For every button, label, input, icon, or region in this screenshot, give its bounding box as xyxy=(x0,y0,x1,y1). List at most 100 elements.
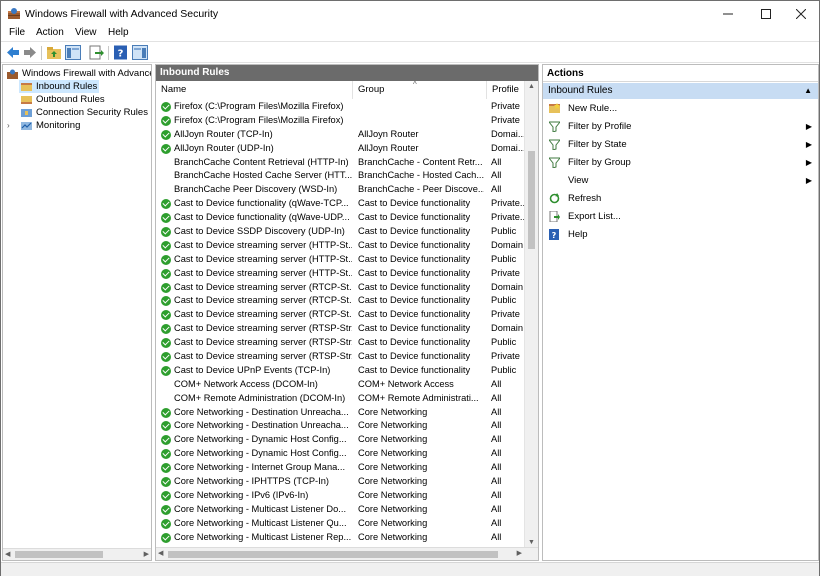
export-list-icon[interactable] xyxy=(88,45,104,60)
table-row[interactable]: COM+ Remote Administration (DCOM-In) COM+… xyxy=(156,392,526,406)
rules-scroll-thumb[interactable] xyxy=(528,151,535,249)
actions-section-label: Inbound Rules xyxy=(548,85,613,96)
column-header-name[interactable]: Name xyxy=(156,81,353,99)
rule-profile: All xyxy=(491,531,502,542)
rule-group: Core Networking xyxy=(358,476,428,487)
table-row[interactable]: Core Networking - Multicast Listener Qu.… xyxy=(156,517,526,531)
table-row[interactable]: COM+ Network Access (DCOM-In) COM+ Networ… xyxy=(156,378,526,392)
table-row[interactable]: AllJoyn Router (UDP-In) AllJoyn Router Dom… xyxy=(156,142,526,156)
table-row[interactable]: Cast to Device streaming server (RTCP-St… xyxy=(156,294,526,308)
scroll-left-icon[interactable]: ◀ xyxy=(158,549,163,557)
table-row[interactable]: Cast to Device functionality (qWave-UDP.… xyxy=(156,211,527,225)
menu-file[interactable]: File xyxy=(9,27,25,38)
scroll-right-icon[interactable]: ▶ xyxy=(144,550,149,558)
menu-action[interactable]: Action xyxy=(36,27,64,38)
rule-profile: All xyxy=(491,170,502,181)
action-view[interactable]: View ▶ xyxy=(543,172,818,189)
table-row[interactable]: Core Networking - IPv6 (IPv6-In) Core Net… xyxy=(156,489,526,503)
action-filter-by-state[interactable]: Filter by State ▶ xyxy=(543,136,818,153)
rules-horizontal-scrollbar[interactable]: ◀ ▶ xyxy=(156,547,538,560)
action-export-list[interactable]: Export List... xyxy=(543,208,818,225)
tree-item-label: Inbound Rules xyxy=(36,81,98,92)
table-row[interactable]: Cast to Device streaming server (RTSP-St… xyxy=(156,336,526,350)
table-row[interactable]: BranchCache Content Retrieval (HTTP-In) B… xyxy=(156,156,526,170)
rule-name: AllJoyn Router (TCP-In) xyxy=(174,128,273,139)
table-row[interactable]: Core Networking - IPHTTPS (TCP-In) Core N… xyxy=(156,475,526,489)
table-row[interactable]: Core Networking - Multicast Listener Do.… xyxy=(156,503,526,517)
menu-view[interactable]: View xyxy=(75,27,97,38)
action-help[interactable]: ? Help xyxy=(543,226,818,243)
up-folder-icon[interactable] xyxy=(46,45,62,60)
table-row[interactable]: Core Networking - Destination Unreacha..… xyxy=(156,419,526,433)
minimize-button[interactable] xyxy=(711,1,745,27)
enabled-check-icon xyxy=(161,407,171,418)
table-row[interactable]: Cast to Device streaming server (RTSP-St… xyxy=(156,350,526,364)
rule-name: Cast to Device streaming server (HTTP-St… xyxy=(174,253,352,264)
rule-profile: All xyxy=(491,476,502,487)
console-tree: Windows Firewall with Advance Inbound Ru… xyxy=(2,64,152,561)
action-filter-by-group[interactable]: Filter by Group ▶ xyxy=(543,154,818,171)
scroll-up-icon[interactable]: ▲ xyxy=(528,83,535,90)
table-row[interactable]: BranchCache Hosted Cache Server (HTT... B… xyxy=(156,169,526,183)
actions-section-inbound-rules[interactable]: Inbound Rules ▲ xyxy=(543,83,818,99)
table-row[interactable]: Cast to Device UPnP Events (TCP-In) Cast … xyxy=(156,364,526,378)
tree-item-connection-security-rules[interactable]: Connection Security Rules xyxy=(19,106,151,119)
table-row[interactable]: Cast to Device streaming server (HTTP-St… xyxy=(156,253,526,267)
table-row[interactable]: Cast to Device streaming server (RTSP-St… xyxy=(156,322,526,336)
close-button[interactable] xyxy=(784,1,818,27)
rule-name: Core Networking - IPv6 (IPv6-In) xyxy=(174,489,309,500)
table-row[interactable]: Core Networking - Dynamic Host Config...… xyxy=(156,447,526,461)
table-row[interactable]: AllJoyn Router (TCP-In) AllJoyn Router Dom… xyxy=(156,128,526,142)
tree-scroll-thumb[interactable] xyxy=(15,551,103,558)
column-header-profile[interactable]: Profile xyxy=(487,81,527,99)
rule-group: BranchCache - Content Retr... xyxy=(358,156,483,167)
back-icon[interactable] xyxy=(5,45,21,60)
tree-item-inbound-rules[interactable]: Inbound Rules xyxy=(19,80,99,93)
rules-vertical-scrollbar[interactable]: ▲ ▼ xyxy=(524,81,538,548)
submenu-arrow-icon: ▶ xyxy=(805,122,812,131)
rule-name: Core Networking - Destination Unreacha..… xyxy=(174,420,349,431)
tree-root[interactable]: Windows Firewall with Advance xyxy=(5,67,151,80)
help-icon[interactable]: ? xyxy=(113,45,129,60)
rule-name: Cast to Device streaming server (RTCP-St… xyxy=(174,295,352,306)
tree-horizontal-scrollbar[interactable]: ◀ ▶ xyxy=(3,548,151,560)
table-row[interactable]: Firefox (C:\Program Files\Mozilla Firefo… xyxy=(156,100,526,114)
rule-name: Cast to Device streaming server (HTTP-St… xyxy=(174,239,352,250)
rule-profile: Private xyxy=(491,351,520,362)
enabled-check-icon xyxy=(161,199,171,210)
table-row[interactable]: Cast to Device functionality (qWave-TCP.… xyxy=(156,197,527,211)
action-new-rule[interactable]: New Rule... xyxy=(543,100,818,117)
table-row[interactable]: Firefox (C:\Program Files\Mozilla Firefo… xyxy=(156,114,526,128)
table-row[interactable]: Core Networking - Destination Unreacha..… xyxy=(156,406,526,420)
menu-help[interactable]: Help xyxy=(108,27,129,38)
rule-group: Cast to Device functionality xyxy=(358,239,471,250)
tree-item-outbound-rules[interactable]: Outbound Rules xyxy=(19,93,149,106)
scroll-down-icon[interactable]: ▼ xyxy=(528,539,535,546)
action-refresh[interactable]: Refresh xyxy=(543,190,818,207)
expand-chevron-icon[interactable]: › xyxy=(7,119,10,132)
table-row[interactable]: Cast to Device streaming server (HTTP-St… xyxy=(156,239,526,253)
table-row[interactable]: Cast to Device streaming server (RTCP-St… xyxy=(156,281,526,295)
table-row[interactable]: Core Networking - Internet Group Mana...… xyxy=(156,461,526,475)
table-row[interactable]: Cast to Device SSDP Discovery (UDP-In) Ca… xyxy=(156,225,526,239)
menu-bar: File Action View Help xyxy=(1,26,819,41)
table-row[interactable]: Core Networking - Dynamic Host Config...… xyxy=(156,433,526,447)
show-hide-action-pane-icon[interactable] xyxy=(132,45,148,60)
scroll-left-icon[interactable]: ◀ xyxy=(5,550,10,558)
rule-name: Cast to Device streaming server (RTCP-St… xyxy=(174,281,352,292)
table-row[interactable]: Cast to Device streaming server (HTTP-St… xyxy=(156,267,526,281)
table-row[interactable]: Core Networking - Multicast Listener Rep… xyxy=(156,531,526,545)
tree-item-monitoring[interactable]: › Monitoring xyxy=(7,119,137,132)
action-filter-by-profile[interactable]: Filter by Profile ▶ xyxy=(543,118,818,135)
monitoring-icon xyxy=(21,122,32,130)
maximize-button[interactable] xyxy=(749,1,783,27)
collapse-arrow-icon[interactable]: ▲ xyxy=(804,83,812,99)
rules-hscroll-thumb[interactable] xyxy=(168,551,498,558)
scroll-right-icon[interactable]: ▶ xyxy=(517,549,522,557)
new-rule-icon xyxy=(549,103,560,113)
table-row[interactable]: Cast to Device streaming server (RTCP-St… xyxy=(156,308,526,322)
column-header-group[interactable]: Group ^ xyxy=(353,80,487,99)
show-hide-console-tree-icon[interactable] xyxy=(65,45,81,60)
forward-icon[interactable] xyxy=(22,45,38,60)
table-row[interactable]: BranchCache Peer Discovery (WSD-In) Branc… xyxy=(156,183,526,197)
